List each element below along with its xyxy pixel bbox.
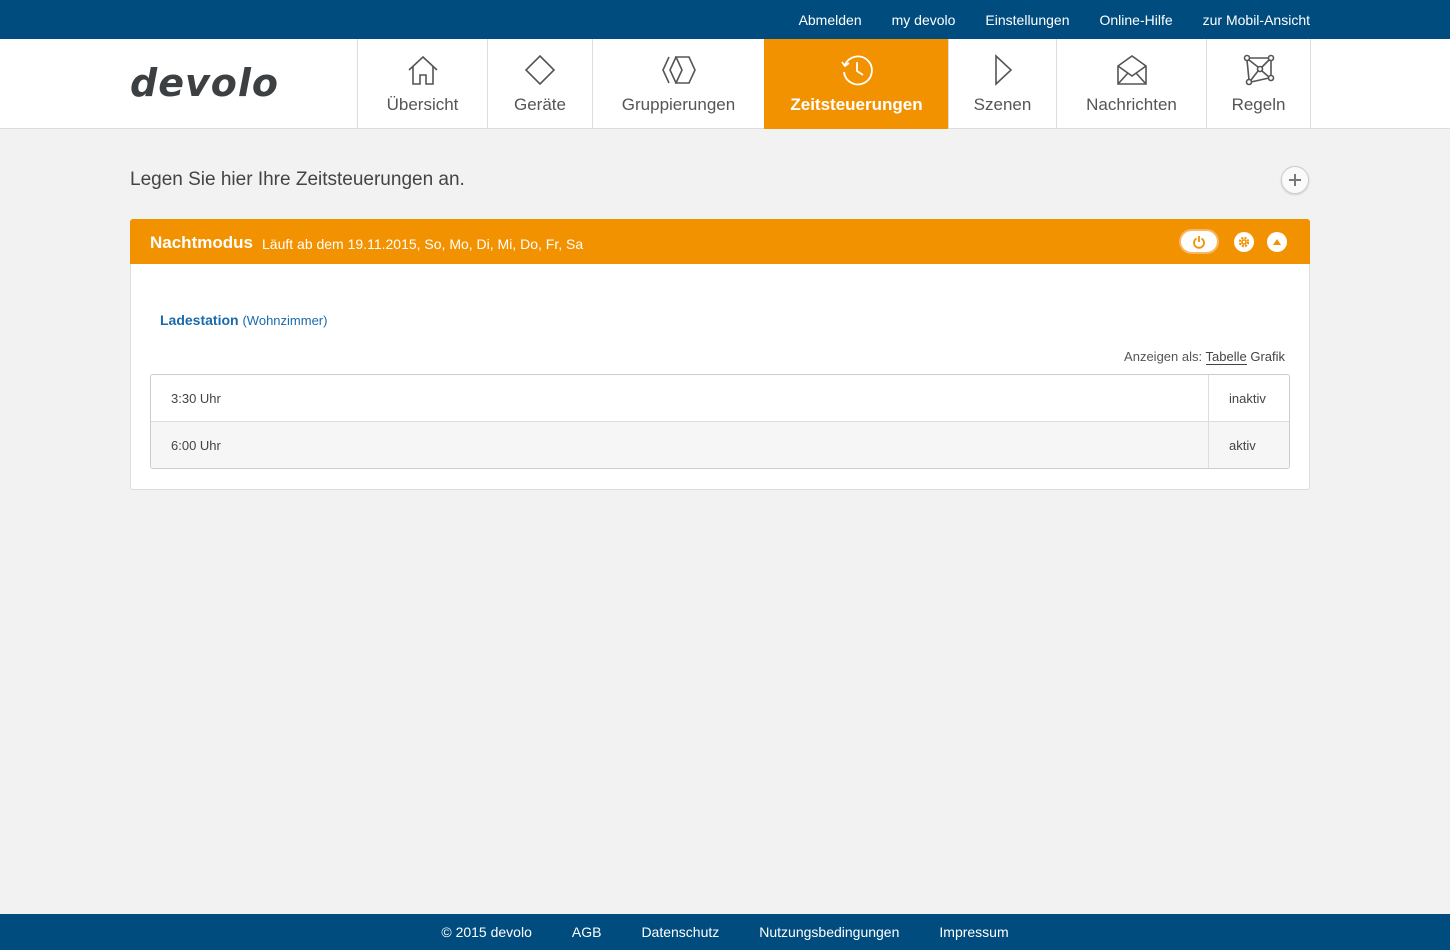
settings-link[interactable]: Einstellungen bbox=[985, 12, 1069, 28]
devolo-logo[interactable]: devolo bbox=[130, 61, 305, 105]
device-info: Ladestation (Wohnzimmer) bbox=[160, 312, 327, 328]
nav-label: Regeln bbox=[1231, 95, 1286, 114]
device-room: (Wohnzimmer) bbox=[242, 313, 328, 328]
add-schedule-button[interactable] bbox=[1281, 166, 1309, 194]
schedule-table: 3:30 Uhr inaktiv 6:00 Uhr aktiv bbox=[150, 374, 1290, 469]
row-time: 3:30 Uhr bbox=[171, 390, 221, 406]
footer-copyright: © 2015 devolo bbox=[441, 924, 532, 940]
nav-item-zeitsteuerungen[interactable]: Zeitsteuerungen bbox=[764, 39, 948, 129]
view-option-graph[interactable]: Grafik bbox=[1250, 349, 1285, 364]
schedule-subtitle: Läuft ab dem 19.11.2015, So, Mo, Di, Mi,… bbox=[262, 236, 584, 252]
gear-icon bbox=[1238, 236, 1250, 248]
main-nav: Übersicht Geräte Gruppierungen Zeitsteue… bbox=[357, 39, 1311, 129]
header: devolo Übersicht Geräte Gruppierungen Ze… bbox=[0, 39, 1450, 129]
nav-item-geraete[interactable]: Geräte bbox=[487, 39, 592, 129]
logout-link[interactable]: Abmelden bbox=[799, 12, 862, 28]
network-icon bbox=[1241, 53, 1277, 87]
my-devolo-link[interactable]: my devolo bbox=[892, 12, 956, 28]
nav-item-regeln[interactable]: Regeln bbox=[1206, 39, 1311, 129]
table-row[interactable]: 6:00 Uhr aktiv bbox=[151, 422, 1289, 468]
nav-item-uebersicht[interactable]: Übersicht bbox=[357, 39, 487, 129]
chevron-up-icon bbox=[1273, 239, 1281, 245]
footer-privacy-link[interactable]: Datenschutz bbox=[641, 924, 719, 940]
schedule-power-toggle[interactable] bbox=[1179, 229, 1219, 254]
nav-item-nachrichten[interactable]: Nachrichten bbox=[1056, 39, 1206, 129]
nav-item-gruppierungen[interactable]: Gruppierungen bbox=[592, 39, 764, 129]
mobile-view-link[interactable]: zur Mobil-Ansicht bbox=[1203, 12, 1310, 28]
footer-agb-link[interactable]: AGB bbox=[572, 924, 602, 940]
online-help-link[interactable]: Online-Hilfe bbox=[1099, 12, 1172, 28]
schedule-card-header[interactable]: Nachtmodus Läuft ab dem 19.11.2015, So, … bbox=[130, 219, 1310, 264]
footer-terms-link[interactable]: Nutzungsbedingungen bbox=[759, 924, 899, 940]
clock-icon bbox=[839, 53, 875, 87]
view-switch: Anzeigen als: Tabelle Grafik bbox=[1124, 349, 1285, 365]
nav-label: Szenen bbox=[973, 95, 1032, 114]
page-intro: Legen Sie hier Ihre Zeitsteuerungen an. bbox=[130, 169, 465, 190]
nav-label: Gruppierungen bbox=[621, 95, 736, 114]
top-links: Abmelden my devolo Einstellungen Online-… bbox=[799, 0, 1310, 39]
diamond-icon bbox=[522, 53, 558, 87]
logo-text: devolo bbox=[130, 64, 279, 104]
nav-label: Übersicht bbox=[386, 95, 459, 114]
schedule-settings-button[interactable] bbox=[1234, 232, 1254, 252]
schedule-collapse-button[interactable] bbox=[1267, 232, 1287, 252]
table-row[interactable]: 3:30 Uhr inaktiv bbox=[151, 375, 1289, 422]
plus-icon bbox=[1289, 174, 1301, 186]
row-state: inaktiv bbox=[1208, 375, 1289, 421]
home-icon bbox=[405, 53, 441, 87]
nav-label: Nachrichten bbox=[1086, 95, 1177, 114]
row-state: aktiv bbox=[1208, 422, 1289, 468]
top-bar: Abmelden my devolo Einstellungen Online-… bbox=[0, 0, 1450, 39]
nav-item-szenen[interactable]: Szenen bbox=[948, 39, 1056, 129]
nav-label: Zeitsteuerungen bbox=[790, 95, 923, 114]
view-switch-label: Anzeigen als: bbox=[1124, 349, 1203, 364]
nav-label: Geräte bbox=[514, 95, 566, 114]
row-time: 6:00 Uhr bbox=[171, 437, 221, 453]
footer-imprint-link[interactable]: Impressum bbox=[939, 924, 1008, 940]
footer: © 2015 devolo AGB Datenschutz Nutzungsbe… bbox=[0, 914, 1450, 950]
play-icon bbox=[985, 53, 1021, 87]
view-option-table[interactable]: Tabelle bbox=[1205, 349, 1247, 365]
schedule-card: Nachtmodus Läuft ab dem 19.11.2015, So, … bbox=[130, 219, 1310, 490]
device-name-link[interactable]: Ladestation bbox=[160, 312, 239, 328]
group-icon bbox=[661, 53, 697, 87]
power-icon bbox=[1193, 235, 1205, 249]
envelope-icon bbox=[1114, 53, 1150, 87]
schedule-title: Nachtmodus bbox=[150, 233, 253, 252]
